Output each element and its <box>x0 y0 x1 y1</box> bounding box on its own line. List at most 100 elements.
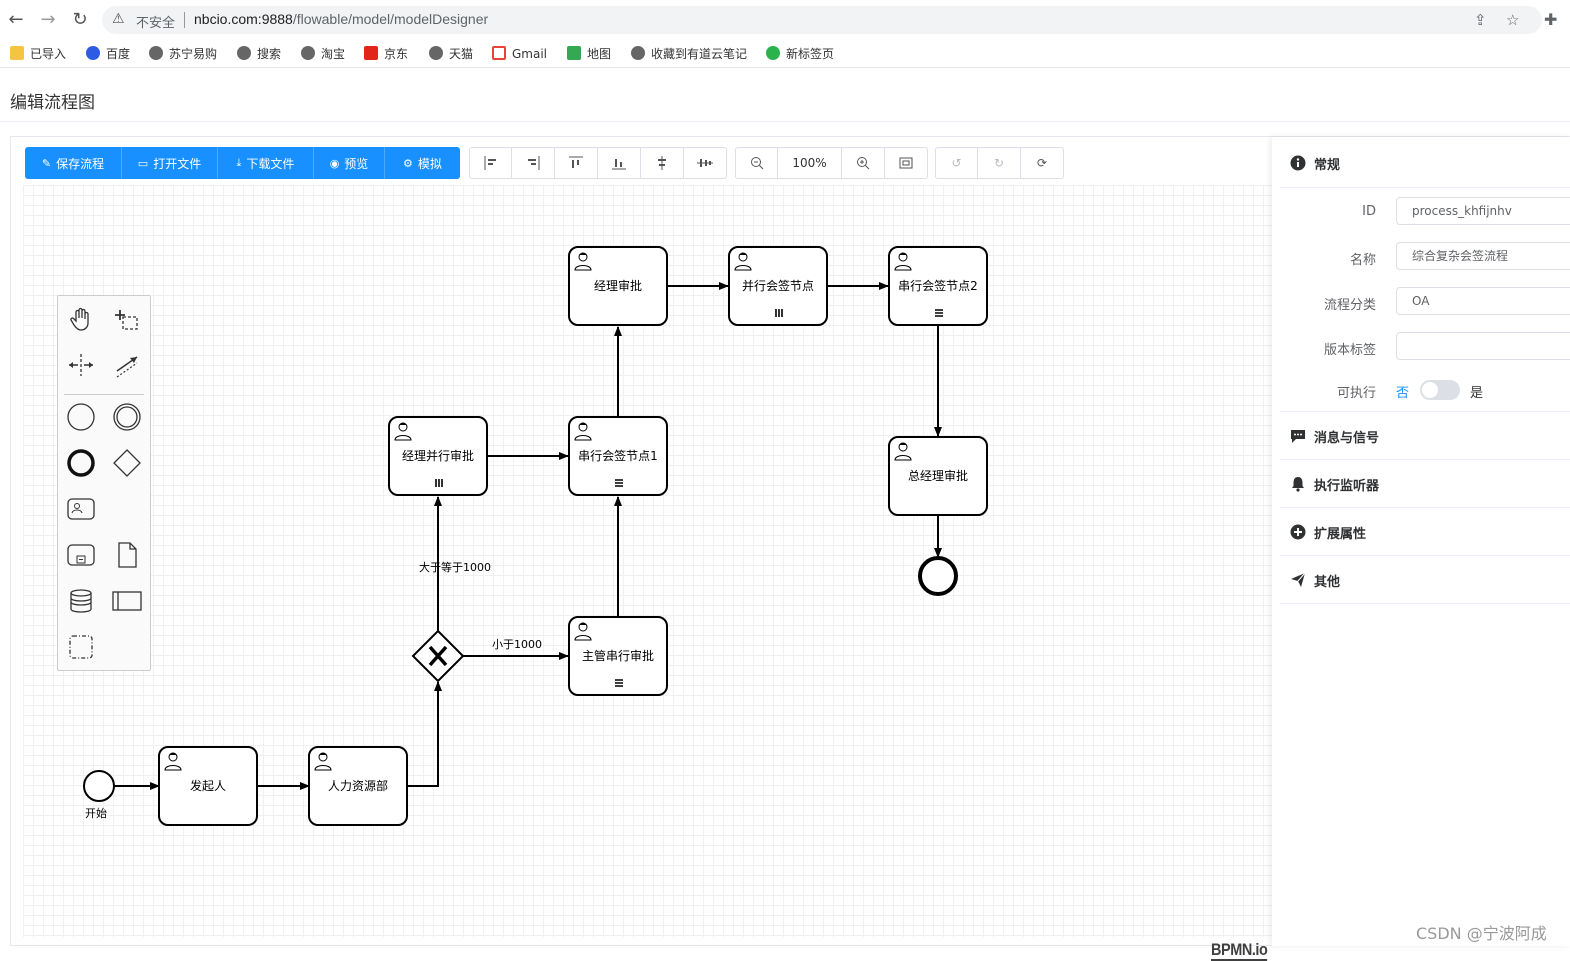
url-host: nbcio.com:9888 <box>194 11 293 27</box>
extensions-icon[interactable]: ✚ <box>1544 10 1557 29</box>
prop-row-version: 版本标签 <box>1272 332 1570 362</box>
section-message-signal-header[interactable]: 消息与信号 <box>1290 412 1570 460</box>
preview-button[interactable]: ◉ 预览 <box>314 147 385 179</box>
plus-circle-icon <box>1290 524 1306 540</box>
bookmark-item[interactable]: 百度 <box>86 45 130 63</box>
folder-open-icon: ▭ <box>137 156 149 170</box>
start-event[interactable] <box>83 770 115 802</box>
baidu-icon <box>86 46 100 60</box>
task-label: 发起人 <box>189 779 226 793</box>
task-manager-approve[interactable]: 经理审批 <box>568 246 668 326</box>
section-execution-listener-header[interactable]: 执行监听器 <box>1290 460 1570 508</box>
task-gm-approve[interactable]: 总经理审批 <box>888 436 988 516</box>
forward-icon[interactable]: → <box>38 10 58 30</box>
open-file-button[interactable]: ▭ 打开文件 <box>122 147 218 179</box>
section-other-header[interactable]: 其他 <box>1290 556 1570 604</box>
prop-label: 版本标签 <box>1323 343 1376 358</box>
zoom-level[interactable]: 100% <box>778 147 842 179</box>
refresh-icon: ⟳ <box>1036 156 1048 170</box>
reload-icon[interactable]: ↻ <box>70 10 90 30</box>
map-icon <box>567 46 581 60</box>
bookmark-item[interactable]: 天猫 <box>429 45 473 63</box>
bookmark-item[interactable]: 淘宝 <box>301 45 345 63</box>
bookmark-item[interactable]: 苏宁易购 <box>149 45 217 63</box>
align-middle-button[interactable] <box>684 147 727 179</box>
task-label: 人力资源部 <box>327 779 388 793</box>
section-general-header[interactable]: 常规 <box>1290 139 1570 187</box>
warning-icon: ⚠ <box>112 11 125 27</box>
download-file-button[interactable]: ⤓ 下载文件 <box>218 147 314 179</box>
globe-icon <box>631 46 645 60</box>
bookmark-label: Gmail <box>512 47 548 61</box>
sequential-multi-instance-icon <box>615 679 623 687</box>
zoom-in-button[interactable] <box>842 147 885 179</box>
info-icon <box>1290 155 1306 171</box>
prop-label: 名称 <box>1349 253 1376 268</box>
align-right-button[interactable] <box>512 147 555 179</box>
bookmark-item[interactable]: 已导入 <box>10 45 66 63</box>
category-select[interactable]: OA <box>1396 287 1570 315</box>
message-icon <box>1290 428 1306 444</box>
share-icon[interactable]: ⇪ <box>1474 11 1487 29</box>
restart-button[interactable]: ⟳ <box>1021 147 1064 179</box>
exclusive-gateway[interactable] <box>411 629 465 683</box>
name-input[interactable]: 综合复杂会签流程 <box>1396 242 1570 270</box>
zoom-out-button[interactable] <box>735 147 778 179</box>
bookmark-label: 新标签页 <box>786 47 835 61</box>
align-top-button[interactable] <box>555 147 598 179</box>
url-text[interactable]: nbcio.com:9888/flowable/model/modelDesig… <box>194 11 488 27</box>
redo-button[interactable]: ↻ <box>978 147 1021 179</box>
version-tag-input[interactable] <box>1396 332 1570 360</box>
task-parallel-sign[interactable]: 并行会签节点 <box>728 246 828 326</box>
flow-label-lt1000: 小于1000 <box>492 638 542 651</box>
diagram-canvas[interactable]: 开始 大于等于1000 小于1000 发起人 人力资源部 经理并行审批 串行会签… <box>23 185 1273 961</box>
task-manager-parallel[interactable]: 经理并行审批 <box>388 416 488 496</box>
bookmark-item[interactable]: Gmail <box>492 45 547 63</box>
eye-icon: ◉ <box>329 156 340 170</box>
flow-hr-gateway[interactable] <box>408 681 442 787</box>
insecure-label: 不安全 <box>136 16 176 31</box>
task-serial-sign-1[interactable]: 串行会签节点1 <box>568 416 668 496</box>
save-process-button[interactable]: ✎ 保存流程 <box>25 147 122 179</box>
end-event[interactable] <box>918 556 958 596</box>
executable-yes-label[interactable]: 是 <box>1470 382 1483 401</box>
executable-switch[interactable] <box>1420 380 1460 400</box>
section-extension-props-header[interactable]: 扩展属性 <box>1290 508 1570 556</box>
align-left-icon <box>484 156 496 170</box>
align-middle-icon <box>697 159 713 167</box>
simulate-button[interactable]: ⚙ 模拟 <box>385 147 460 179</box>
align-button-group <box>469 147 727 179</box>
address-bar[interactable]: ⚠ 不安全 nbcio.com:9888/flowable/model/mode… <box>102 6 1542 34</box>
executable-no-label[interactable]: 否 <box>1396 382 1409 401</box>
task-supervisor-serial[interactable]: 主管串行审批 <box>568 616 668 696</box>
id-input[interactable]: process_khfijnhv <box>1396 197 1570 225</box>
align-bottom-button[interactable] <box>598 147 641 179</box>
section-title: 消息与信号 <box>1314 430 1380 446</box>
task-hr[interactable]: 人力资源部 <box>308 746 408 826</box>
bookmark-label: 苏宁易购 <box>169 47 218 61</box>
bookmark-item[interactable]: 新标签页 <box>766 45 834 63</box>
button-label: 保存流程 <box>56 156 105 171</box>
prop-label: 流程分类 <box>1323 298 1376 313</box>
align-left-button[interactable] <box>469 147 512 179</box>
star-icon[interactable]: ☆ <box>1506 11 1519 29</box>
section-title: 其他 <box>1314 574 1341 590</box>
bookmark-item[interactable]: 京东 <box>364 45 408 63</box>
start-event-label: 开始 <box>85 807 107 820</box>
fit-view-button[interactable] <box>885 147 928 179</box>
bookmark-item[interactable]: 收藏到有道云笔记 <box>631 45 747 63</box>
task-initiator[interactable]: 发起人 <box>158 746 258 826</box>
align-center-button[interactable] <box>641 147 684 179</box>
bookmark-item[interactable]: 搜索 <box>237 45 281 63</box>
bookmark-item[interactable]: 地图 <box>567 45 611 63</box>
zoom-button-group: 100% <box>735 147 928 179</box>
primary-button-group: ✎ 保存流程 ▭ 打开文件 ⤓ 下载文件 ◉ 预览 ⚙ 模拟 <box>25 147 460 179</box>
back-icon[interactable]: ← <box>6 10 26 30</box>
new-tab-icon <box>766 46 780 60</box>
edit-icon: ✎ <box>41 156 52 170</box>
bpmn-io-logo[interactable]: BPMN.io <box>1211 941 1268 961</box>
undo-button[interactable]: ↺ <box>935 147 978 179</box>
task-serial-sign-2[interactable]: 串行会签节点2 <box>888 246 988 326</box>
globe-icon <box>149 46 163 60</box>
jd-icon <box>364 46 378 60</box>
